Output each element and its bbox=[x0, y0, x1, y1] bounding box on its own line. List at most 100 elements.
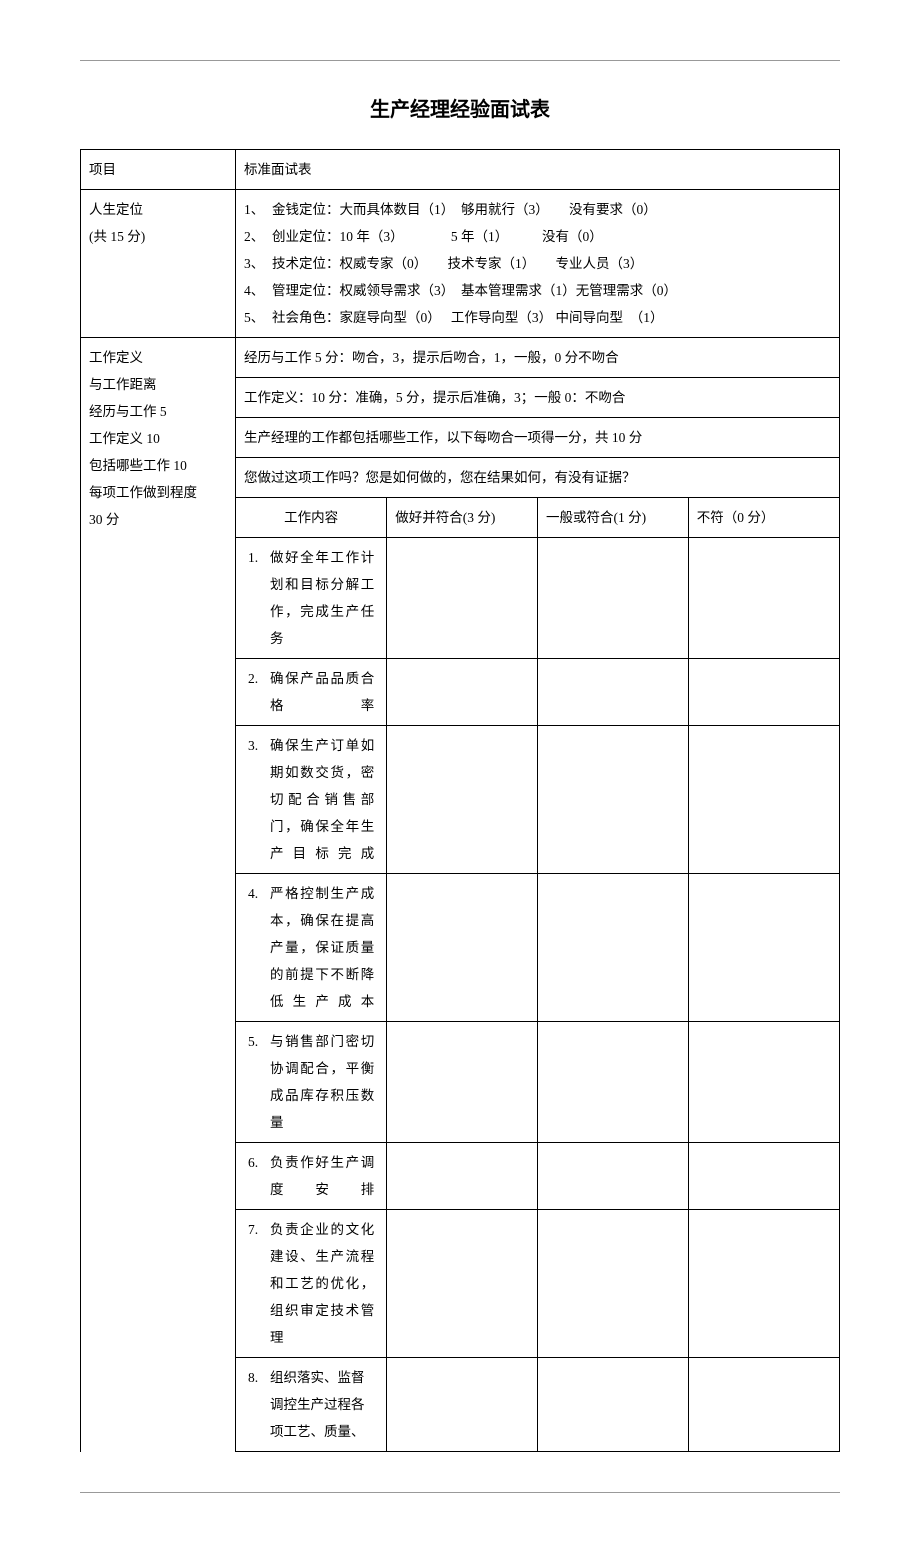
work-score-0 bbox=[688, 538, 839, 659]
s2-row2: 工作定义：10 分：准确，5 分，提示后准确，3；一般 0：不吻合 bbox=[236, 378, 839, 418]
section2-label-line: 经历与工作 5 bbox=[89, 398, 227, 425]
s2-row4: 您做过这项工作吗？您是如何做的，您在结果如何，有没有证据？ bbox=[236, 458, 839, 498]
work-score-3 bbox=[387, 1358, 538, 1452]
work-row: 5.与销售部门密切协调配合，平衡成品库存积压数量 bbox=[236, 1022, 839, 1143]
s2-row1: 经历与工作 5 分：吻合，3，提示后吻合，1，一般，0 分不吻合 bbox=[236, 338, 839, 378]
item-text: 社会角色：家庭导向型（0） 工作导向型（3） 中间导向型 （1） bbox=[272, 304, 831, 331]
s2-col4: 不符（0 分） bbox=[688, 498, 839, 538]
section2-label-line: 包括哪些工作 10 bbox=[89, 452, 227, 479]
work-score-0 bbox=[688, 874, 839, 1022]
section2-row: 工作定义与工作距离经历与工作 5工作定义 10包括哪些工作 10每项工作做到程度… bbox=[81, 338, 840, 1452]
work-number: 1. bbox=[244, 544, 270, 571]
item-text: 金钱定位：大而具体数目（1） 够用就行（3） 没有要求（0） bbox=[272, 196, 831, 223]
header-right: 标准面试表 bbox=[236, 150, 840, 190]
work-row: 3.确保生产订单如期如数交货，密切配合销售部门，确保全年生产目标完成 bbox=[236, 726, 839, 874]
main-table: 项目 标准面试表 人生定位 (共 15 分) 1、金钱定位：大而具体数目（1） … bbox=[80, 149, 840, 1452]
work-score-1 bbox=[538, 874, 689, 1022]
work-score-3 bbox=[387, 1210, 538, 1358]
section1-item: 2、创业定位：10 年（3） 5 年（1） 没有（0） bbox=[244, 223, 831, 250]
section1-item: 1、金钱定位：大而具体数目（1） 够用就行（3） 没有要求（0） bbox=[244, 196, 831, 223]
work-desc-cell: 7.负责企业的文化建设、生产流程和工艺的优化，组织审定技术管理 bbox=[236, 1210, 387, 1358]
work-desc-cell: 5.与销售部门密切协调配合，平衡成品库存积压数量 bbox=[236, 1022, 387, 1143]
section1-label-l2: (共 15 分) bbox=[89, 223, 227, 250]
item-number: 2、 bbox=[244, 223, 272, 250]
work-text: 做好全年工作计划和目标分解工作，完成生产任务 bbox=[270, 544, 378, 652]
work-score-3 bbox=[387, 1022, 538, 1143]
work-score-3 bbox=[387, 659, 538, 726]
page-title: 生产经理经验面试表 bbox=[80, 91, 840, 129]
section1-label-l1: 人生定位 bbox=[89, 196, 227, 223]
work-number: 4. bbox=[244, 880, 270, 907]
work-desc-cell: 8.组织落实、监督调控生产过程各项工艺、质量、 bbox=[236, 1358, 387, 1452]
work-row: 1.做好全年工作计划和目标分解工作，完成生产任务 bbox=[236, 538, 839, 659]
work-score-0 bbox=[688, 1143, 839, 1210]
work-row: 8.组织落实、监督调控生产过程各项工艺、质量、 bbox=[236, 1358, 839, 1452]
section1-label: 人生定位 (共 15 分) bbox=[81, 190, 236, 338]
work-score-1 bbox=[538, 1022, 689, 1143]
work-text: 与销售部门密切协调配合，平衡成品库存积压数量 bbox=[270, 1028, 378, 1136]
work-desc-cell: 1.做好全年工作计划和目标分解工作，完成生产任务 bbox=[236, 538, 387, 659]
item-number: 5、 bbox=[244, 304, 272, 331]
work-desc-cell: 2.确保产品品质合格率 bbox=[236, 659, 387, 726]
work-number: 7. bbox=[244, 1216, 270, 1243]
work-score-0 bbox=[688, 659, 839, 726]
work-score-1 bbox=[538, 726, 689, 874]
section2-label-line: 工作定义 10 bbox=[89, 425, 227, 452]
work-score-0 bbox=[688, 1022, 839, 1143]
s2-work-header: 工作内容 做好并符合(3 分) 一般或符合(1 分) 不符（0 分） bbox=[236, 498, 839, 538]
section1-content: 1、金钱定位：大而具体数目（1） 够用就行（3） 没有要求（0）2、创业定位：1… bbox=[236, 190, 840, 338]
work-row: 6.负责作好生产调度安排 bbox=[236, 1143, 839, 1210]
work-score-0 bbox=[688, 1358, 839, 1452]
work-desc-cell: 6.负责作好生产调度安排 bbox=[236, 1143, 387, 1210]
work-score-1 bbox=[538, 538, 689, 659]
s2-col2: 做好并符合(3 分) bbox=[387, 498, 538, 538]
item-text: 创业定位：10 年（3） 5 年（1） 没有（0） bbox=[272, 223, 831, 250]
section2-label-line: 工作定义 bbox=[89, 344, 227, 371]
section1-item: 3、技术定位：权威专家（0） 技术专家（1） 专业人员（3） bbox=[244, 250, 831, 277]
s2-col1: 工作内容 bbox=[236, 498, 387, 538]
work-desc-cell: 3.确保生产订单如期如数交货，密切配合销售部门，确保全年生产目标完成 bbox=[236, 726, 387, 874]
work-row: 7.负责企业的文化建设、生产流程和工艺的优化，组织审定技术管理 bbox=[236, 1210, 839, 1358]
item-text: 管理定位：权威领导需求（3） 基本管理需求（1）无管理需求（0） bbox=[272, 277, 831, 304]
section2-subtable: 经历与工作 5 分：吻合，3，提示后吻合，1，一般，0 分不吻合 工作定义：10… bbox=[236, 338, 839, 1451]
work-text: 严格控制生产成本，确保在提高产量，保证质量的前提下不断降低生产成本 bbox=[270, 880, 378, 1015]
work-row: 2.确保产品品质合格率 bbox=[236, 659, 839, 726]
work-text: 确保产品品质合格率 bbox=[270, 665, 378, 719]
work-text: 确保生产订单如期如数交货，密切配合销售部门，确保全年生产目标完成 bbox=[270, 732, 378, 867]
work-text: 负责企业的文化建设、生产流程和工艺的优化，组织审定技术管理 bbox=[270, 1216, 378, 1351]
item-text: 技术定位：权威专家（0） 技术专家（1） 专业人员（3） bbox=[272, 250, 831, 277]
work-score-0 bbox=[688, 726, 839, 874]
work-score-0 bbox=[688, 1210, 839, 1358]
section1-item: 4、管理定位：权威领导需求（3） 基本管理需求（1）无管理需求（0） bbox=[244, 277, 831, 304]
section1-item: 5、社会角色：家庭导向型（0） 工作导向型（3） 中间导向型 （1） bbox=[244, 304, 831, 331]
work-score-1 bbox=[538, 1143, 689, 1210]
work-row: 4.严格控制生产成本，确保在提高产量，保证质量的前提下不断降低生产成本 bbox=[236, 874, 839, 1022]
top-rule bbox=[80, 60, 840, 61]
item-number: 4、 bbox=[244, 277, 272, 304]
work-text: 组织落实、监督调控生产过程各项工艺、质量、 bbox=[270, 1364, 378, 1445]
work-number: 6. bbox=[244, 1149, 270, 1176]
section1-row: 人生定位 (共 15 分) 1、金钱定位：大而具体数目（1） 够用就行（3） 没… bbox=[81, 190, 840, 338]
work-score-1 bbox=[538, 659, 689, 726]
work-number: 3. bbox=[244, 732, 270, 759]
work-score-1 bbox=[538, 1210, 689, 1358]
work-score-3 bbox=[387, 726, 538, 874]
section2-label-line: 与工作距离 bbox=[89, 371, 227, 398]
item-number: 3、 bbox=[244, 250, 272, 277]
work-score-1 bbox=[538, 1358, 689, 1452]
work-desc-cell: 4.严格控制生产成本，确保在提高产量，保证质量的前提下不断降低生产成本 bbox=[236, 874, 387, 1022]
work-score-3 bbox=[387, 1143, 538, 1210]
section2-label-line: 每项工作做到程度 bbox=[89, 479, 227, 506]
work-text: 负责作好生产调度安排 bbox=[270, 1149, 378, 1203]
item-number: 1、 bbox=[244, 196, 272, 223]
work-score-3 bbox=[387, 874, 538, 1022]
work-number: 2. bbox=[244, 665, 270, 692]
section2-content: 经历与工作 5 分：吻合，3，提示后吻合，1，一般，0 分不吻合 工作定义：10… bbox=[236, 338, 840, 1452]
section2-label: 工作定义与工作距离经历与工作 5工作定义 10包括哪些工作 10每项工作做到程度… bbox=[81, 338, 236, 1452]
work-score-3 bbox=[387, 538, 538, 659]
header-left: 项目 bbox=[81, 150, 236, 190]
work-number: 8. bbox=[244, 1364, 270, 1391]
header-row: 项目 标准面试表 bbox=[81, 150, 840, 190]
s2-row3: 生产经理的工作都包括哪些工作，以下每吻合一项得一分，共 10 分 bbox=[236, 418, 839, 458]
section2-label-line: 30 分 bbox=[89, 506, 227, 533]
